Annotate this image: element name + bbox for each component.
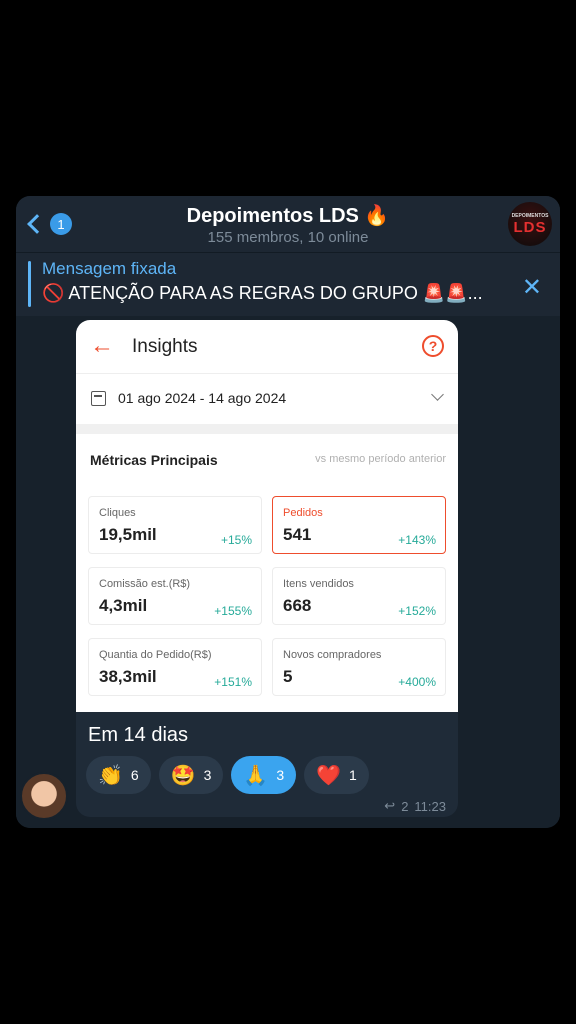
metric-value: 38,3mil <box>99 667 157 686</box>
message-meta: ↩ 2 11:23 <box>384 798 446 814</box>
reaction-count: 3 <box>276 767 285 783</box>
reply-icon[interactable]: ↩ <box>384 798 395 814</box>
reaction-count: 6 <box>130 767 139 783</box>
reaction-heart[interactable]: ❤️ 1 <box>304 756 369 794</box>
metric-delta: +400% <box>398 675 436 689</box>
reactions-row: 👏 6 🤩 3 🙏 3 ❤️ 1 <box>86 756 369 794</box>
metrics-title: Métricas Principais <box>90 452 218 468</box>
metric-delta: +143% <box>398 533 436 547</box>
heart-icon: ❤️ <box>316 764 342 787</box>
insights-header: ← Insights ? <box>76 320 458 374</box>
comparison-label: vs mesmo período anterior <box>315 453 446 465</box>
calendar-icon <box>91 391 106 406</box>
attached-screenshot[interactable]: ← Insights ? 01 ago 2024 - 14 ago 2024 M… <box>76 320 458 712</box>
metric-card: Pedidos 541 +143% <box>272 496 446 554</box>
metric-label: Cliques <box>99 507 136 519</box>
metric-label: Comissão est.(R$) <box>99 578 191 590</box>
telegram-chat-window: 1 Depoimentos LDS 🔥 155 membros, 10 onli… <box>16 196 560 828</box>
chat-subtitle: 155 membros, 10 online <box>207 229 369 246</box>
pinned-text: 🚫 ATENÇÃO PARA AS REGRAS DO GRUPO 🚨🚨... <box>42 283 483 303</box>
reaction-count: 1 <box>349 767 357 783</box>
chat-title[interactable]: Depoimentos LDS 🔥 <box>16 203 560 228</box>
arrow-left-icon: ← <box>90 332 114 359</box>
insights-title: Insights <box>132 336 198 357</box>
message-bubble[interactable]: ← Insights ? 01 ago 2024 - 14 ago 2024 M… <box>76 320 458 817</box>
metric-card: Cliques 19,5mil +15% <box>88 496 262 554</box>
sender-avatar[interactable] <box>20 772 68 820</box>
metric-delta: +155% <box>214 604 252 618</box>
message-caption: Em 14 dias <box>88 724 189 746</box>
pinned-indicator <box>28 261 31 307</box>
date-range-row: 01 ago 2024 - 14 ago 2024 <box>76 374 458 424</box>
reaction-count: 3 <box>203 767 212 783</box>
metric-label: Quantia do Pedido(R$) <box>99 649 212 661</box>
metric-label: Pedidos <box>283 507 323 519</box>
metric-label: Itens vendidos <box>283 578 354 590</box>
metric-delta: +151% <box>214 675 252 689</box>
pinned-message-bar[interactable]: Mensagem fixada 🚫 ATENÇÃO PARA AS REGRAS… <box>16 252 560 316</box>
reaction-pray[interactable]: 🙏 3 <box>231 756 297 794</box>
metric-card: Comissão est.(R$) 4,3mil +155% <box>88 567 262 625</box>
clap-icon: 👏 <box>98 764 123 787</box>
chat-header: 1 Depoimentos LDS 🔥 155 membros, 10 onli… <box>16 196 560 252</box>
pray-icon: 🙏 <box>243 764 269 787</box>
metric-card: Quantia do Pedido(R$) 38,3mil +151% <box>88 638 262 696</box>
reaction-clap[interactable]: 👏 6 <box>86 756 151 794</box>
date-range: 01 ago 2024 - 14 ago 2024 <box>118 390 287 406</box>
metric-label: Novos compradores <box>283 649 382 661</box>
metric-value: 4,3mil <box>99 596 148 615</box>
help-icon: ? <box>422 335 444 357</box>
metric-value: 19,5mil <box>99 525 157 544</box>
message-time: 11:23 <box>414 798 446 814</box>
star-struck-icon: 🤩 <box>170 764 196 787</box>
reaction-star-struck[interactable]: 🤩 3 <box>158 756 224 794</box>
metric-card: Itens vendidos 668 +152% <box>272 567 446 625</box>
divider <box>76 424 458 434</box>
metric-card: Novos compradores 5 +400% <box>272 638 446 696</box>
metric-delta: +152% <box>398 604 436 618</box>
avatar-big-text: LDS <box>513 218 547 236</box>
metric-value: 541 <box>283 525 312 544</box>
close-icon[interactable]: ✕ <box>522 273 542 302</box>
metric-value: 668 <box>283 596 312 615</box>
metric-delta: +15% <box>220 533 252 547</box>
reply-count[interactable]: 2 <box>401 799 408 814</box>
chevron-down-icon <box>431 388 444 401</box>
pinned-label: Mensagem fixada <box>42 259 177 278</box>
group-avatar[interactable]: DEPOIMENTOS LDS <box>508 202 552 246</box>
metric-value: 5 <box>283 667 293 686</box>
